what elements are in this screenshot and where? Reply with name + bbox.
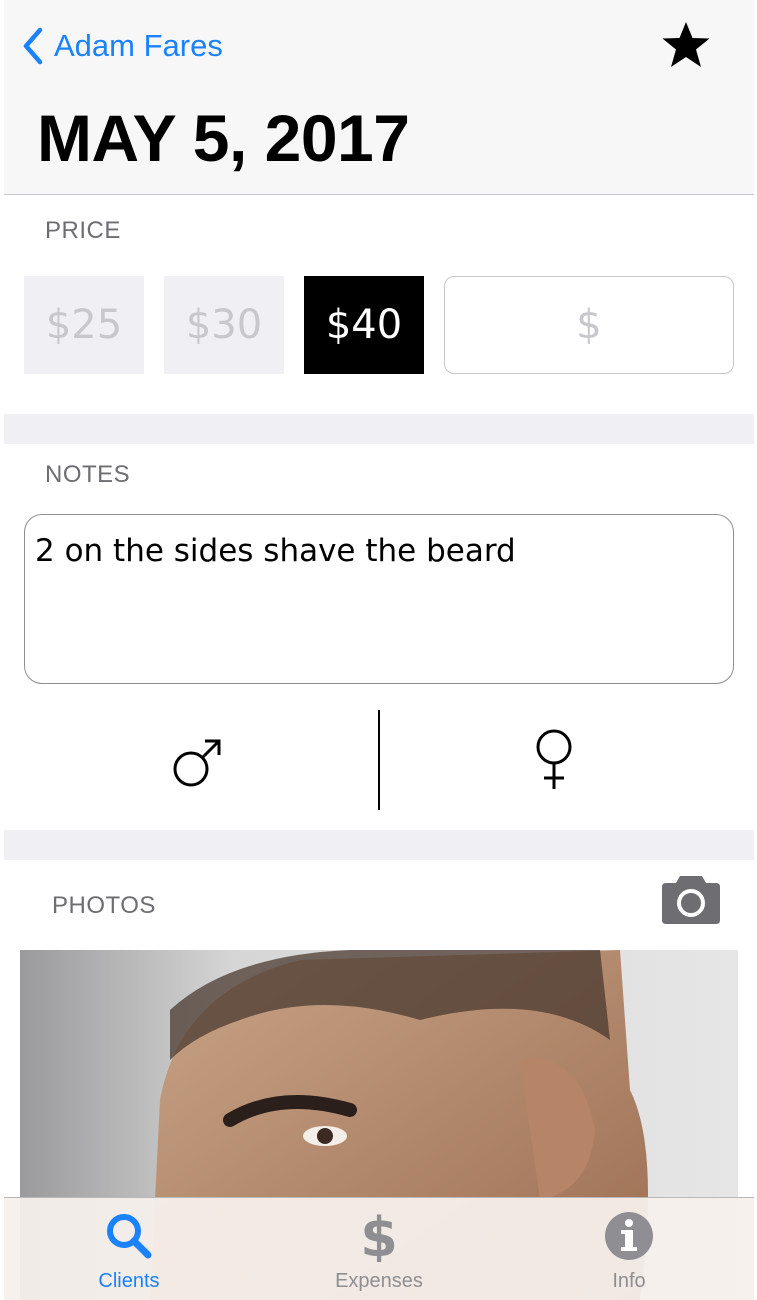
nav-header: Adam Fares MAY 5, 2017 — [4, 0, 754, 195]
back-button-label: Adam Fares — [54, 28, 223, 63]
info-icon — [605, 1212, 653, 1260]
search-icon — [107, 1214, 152, 1259]
custom-price-input[interactable]: $ — [444, 276, 734, 374]
tab-bar: Clients $ Expenses Info — [4, 1197, 754, 1300]
price-option-40[interactable]: $40 — [304, 276, 424, 374]
photos-section-label: PHOTOS — [52, 892, 156, 919]
tab-info-label: Info — [612, 1270, 646, 1292]
notes-section-label: NOTES — [45, 461, 131, 488]
male-icon — [173, 739, 221, 787]
notes-textarea[interactable]: 2 on the sides shave the beard — [24, 514, 734, 684]
female-button[interactable] — [454, 710, 654, 810]
chevron-left-icon — [23, 27, 43, 65]
tab-info[interactable]: Info — [504, 1198, 754, 1300]
price-section-label: PRICE — [45, 217, 121, 244]
page-title: MAY 5, 2017 — [37, 101, 410, 175]
male-button[interactable] — [99, 710, 299, 810]
screen: Adam Fares MAY 5, 2017 PRICE $25 $30 $40… — [4, 0, 754, 1300]
svg-text:$: $ — [360, 1210, 398, 1262]
tab-expenses[interactable]: $ Expenses — [254, 1198, 504, 1300]
camera-icon[interactable] — [660, 870, 722, 926]
female-icon — [536, 729, 572, 789]
price-option-30[interactable]: $30 — [164, 276, 284, 374]
tab-clients-label: Clients — [98, 1270, 160, 1292]
dollar-icon: $ — [360, 1210, 398, 1262]
gender-divider — [378, 710, 380, 810]
back-button[interactable]: Adam Fares — [20, 24, 223, 68]
price-option-25[interactable]: $25 — [24, 276, 144, 374]
section-separator — [4, 414, 754, 444]
star-icon[interactable] — [660, 20, 712, 70]
tab-clients[interactable]: Clients — [4, 1198, 254, 1300]
section-separator — [4, 830, 754, 860]
tab-expenses-label: Expenses — [335, 1270, 423, 1292]
